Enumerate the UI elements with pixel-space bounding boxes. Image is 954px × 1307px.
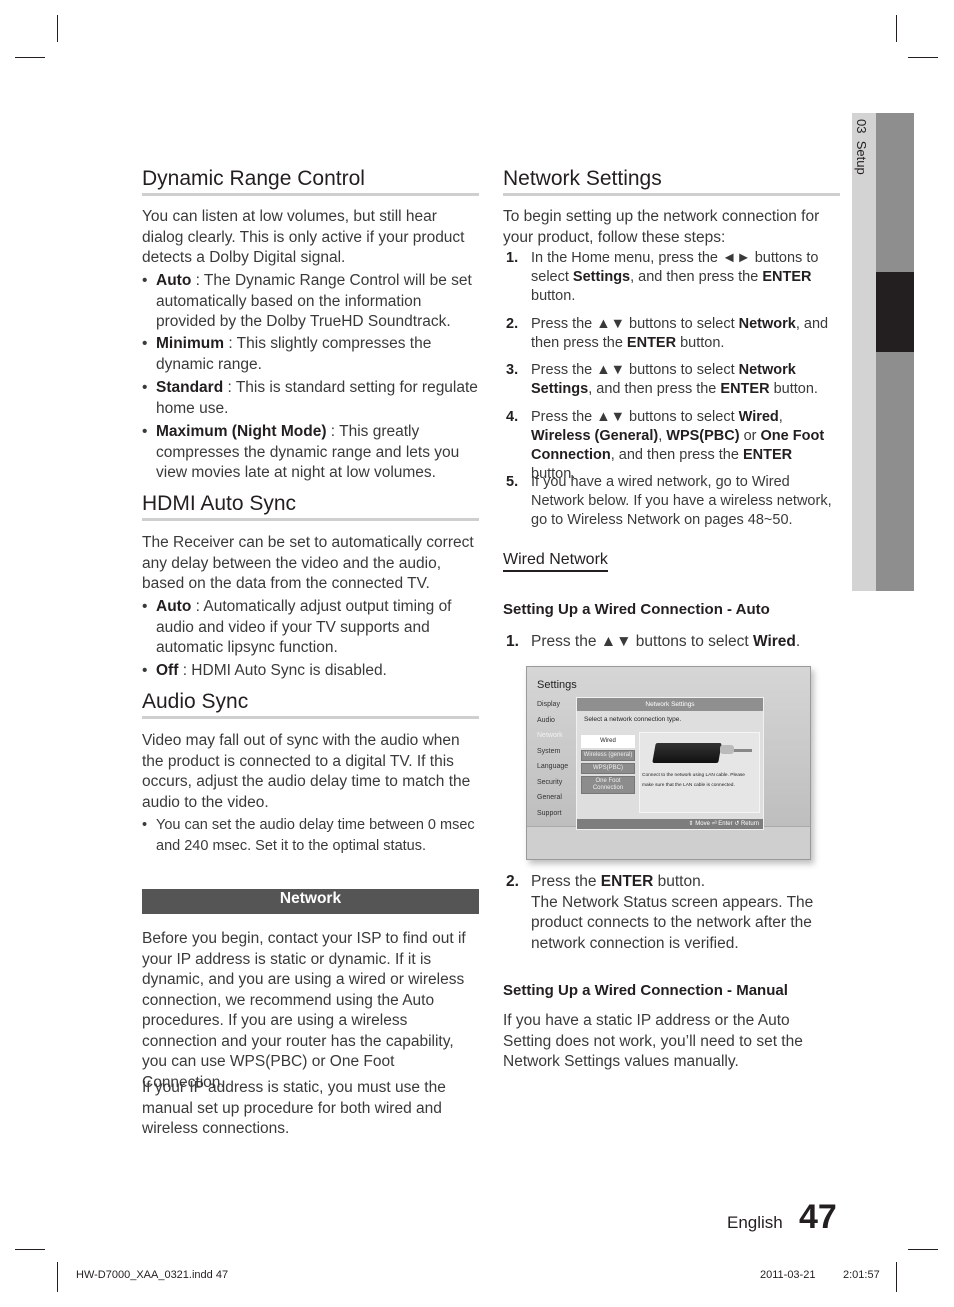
crop-mark (15, 57, 45, 58)
auto-heading: Setting Up a Wired Connection - Auto (503, 601, 770, 618)
tv-menu-item: Language (537, 763, 569, 770)
drc-bullet-standard: • Standard : This is standard setting for… (142, 379, 478, 417)
page-number: 47 (799, 1198, 837, 1236)
crop-mark (15, 1249, 45, 1250)
crop-mark (896, 15, 897, 42)
chapter-tab-light (852, 113, 876, 591)
manual-text: If you have a static IP address or the A… (503, 1012, 803, 1070)
tv-option-one-foot: One Foot Connection (581, 776, 635, 794)
tv-menu-item: General (537, 794, 562, 801)
hdmi-bullet-auto: • Auto : Automatically adjust output timi… (142, 598, 452, 656)
chapter-label: 03 Setup (854, 119, 869, 175)
hdmi-intro: The Receiver can be set to automatically… (142, 534, 474, 592)
footer-date: 2011-03-21 (760, 1269, 816, 1281)
tv-dialog-prompt: Select a network connection type. (584, 716, 682, 723)
step-item: 3. Press the ▲▼ buttons to select Network… (506, 362, 818, 397)
footer-language: English (727, 1213, 783, 1232)
crop-mark (57, 1262, 58, 1292)
tv-menu-item-active: Network (537, 732, 563, 739)
section-title-network-settings: Network Settings (503, 167, 840, 196)
drc-intro: You can listen at low volumes, but still… (142, 208, 465, 266)
step-item: 2. Press the ▲▼ buttons to select Network… (506, 316, 829, 351)
step-item: 5. If you have a wired network, go to Wir… (506, 474, 832, 528)
drc-bullet-maximum: • Maximum (Night Mode) : This greatly com… (142, 423, 460, 481)
network-para-1: Before you begin, contact your ISP to fi… (142, 930, 466, 1091)
section-title-hdmi: HDMI Auto Sync (142, 492, 479, 521)
crop-mark (908, 1249, 938, 1250)
step-item: 1. In the Home menu, press the ◄► buttons… (506, 250, 819, 304)
audio-sync-bullet: • You can set the audio delay time betwee… (142, 817, 475, 854)
step-item: 2. Press the ENTER button. The Network Sta… (506, 873, 814, 952)
chapter-tab-marker (876, 272, 914, 352)
network-section-bar: Network (142, 889, 479, 914)
network-settings-intro: To begin setting up the network connecti… (503, 208, 820, 246)
hdmi-bullet-off: • Off : HDMI Auto Sync is disabled. (142, 662, 387, 679)
crop-mark (908, 57, 938, 58)
tv-title: Settings (537, 679, 577, 691)
footer-time: 2:01:57 (843, 1269, 880, 1281)
tv-menu-item: System (537, 747, 561, 755)
lan-plug-icon (720, 745, 734, 754)
tv-menu: Display Audio Network System Language Se… (537, 701, 568, 825)
section-title-drc: Dynamic Range Control (142, 167, 479, 196)
tv-info-pane: Connect to the network using LAN cable. … (639, 732, 760, 813)
device-icon (652, 743, 722, 763)
network-para-2: If your IP address is static, you must u… (142, 1079, 446, 1137)
tv-menu-item: Audio (537, 716, 555, 724)
tv-menu-item: Display (537, 701, 560, 708)
crop-mark (896, 1262, 897, 1292)
chapter-number: 03 (854, 119, 869, 134)
step-item: 1. Press the ▲▼ buttons to select Wired. (506, 633, 801, 650)
chapter-title: Setup (854, 140, 869, 175)
chapter-tab-dark (876, 113, 914, 591)
drc-bullet-minimum: • Minimum : This slightly compresses the … (142, 335, 432, 373)
drc-bullet-auto: • Auto : The Dynamic Range Control will b… (142, 272, 472, 330)
tv-option-wireless: Wireless (general) (581, 750, 635, 761)
audio-sync-intro: Video may fall out of sync with the audi… (142, 732, 471, 811)
manual-heading: Setting Up a Wired Connection - Manual (503, 982, 788, 999)
crop-mark (57, 15, 58, 42)
tv-description: Connect to the network using LAN cable. … (642, 773, 745, 788)
tv-dialog-title: Network Settings (577, 698, 763, 711)
tv-dialog-footer: ⇕ Move ⏎ Enter ↺ Return (577, 819, 763, 829)
footer-file: HW-D7000_XAA_0321.indd 47 (76, 1269, 229, 1281)
tv-menu-item: Security (537, 778, 563, 786)
tv-bottom-band (527, 826, 810, 859)
tv-network-dialog: Network Settings Select a network connec… (576, 697, 764, 830)
tv-option-wps: WPS(PBC) (581, 763, 635, 774)
tv-settings-screenshot: Settings Display Audio Network System La… (526, 666, 811, 860)
tv-menu-item: Support (537, 809, 562, 817)
wired-network-heading: Wired Network (503, 551, 608, 572)
section-title-audio-sync: Audio Sync (142, 690, 479, 719)
chapter-tab: 03 Setup (852, 113, 914, 591)
tv-options: Wired Wireless (general) WPS(PBC) One Fo… (581, 735, 635, 796)
tv-option-wired: Wired (581, 735, 635, 748)
